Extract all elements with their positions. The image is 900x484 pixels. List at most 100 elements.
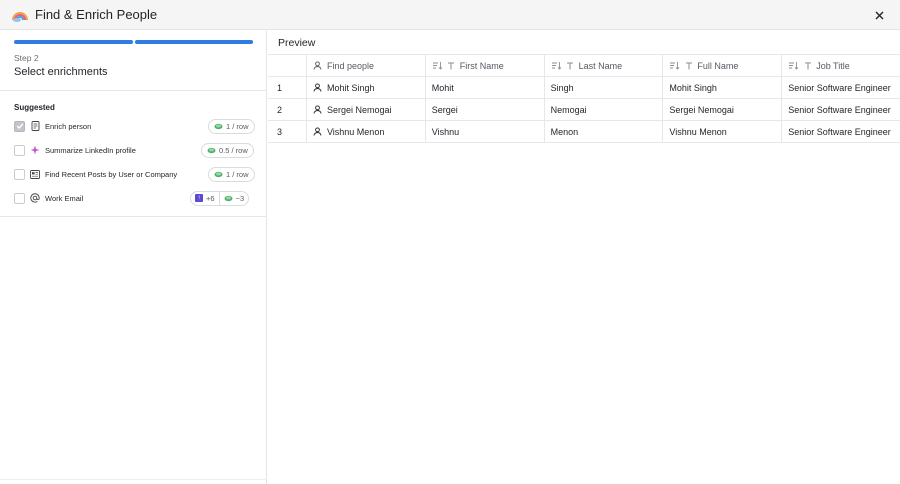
text-icon <box>684 61 693 70</box>
provider-cost-text: +6 <box>206 193 215 203</box>
find-recent-posts-checkbox[interactable] <box>14 168 25 180</box>
step-label: Step 2 <box>14 53 39 63</box>
cost-text: ~3 <box>235 193 245 203</box>
step-title: Select enrichments <box>14 66 108 78</box>
enrichment-item-enrich-person[interactable]: Enrich person 1 / row <box>0 116 267 136</box>
person-icon <box>313 83 322 92</box>
index-header <box>268 55 307 76</box>
cell-find-people[interactable]: Mohit Singh <box>307 77 426 98</box>
cell-text: Mohit Singh <box>326 82 375 93</box>
column-label: Full Name <box>697 60 739 71</box>
cell-full-name[interactable]: Mohit Singh <box>663 77 783 98</box>
divider <box>0 90 267 91</box>
coin-stack-icon <box>214 123 223 129</box>
cell-text: Vishnu Menon <box>326 126 385 137</box>
column-label: First Name <box>459 60 504 71</box>
progress-step-1 <box>14 40 133 44</box>
cell-find-people[interactable]: Vishnu Menon <box>307 121 426 142</box>
cost-text: 0.5 / row <box>219 145 248 155</box>
column-header-job-title[interactable]: Job Title <box>782 55 900 76</box>
find-enrich-people-dialog: Find & Enrich People Step 2 Select enric… <box>0 0 900 484</box>
column-header-first-name[interactable]: First Name <box>426 55 545 76</box>
enrichment-item-summarize-linkedin[interactable]: Summarize LinkedIn profile 0.5 / row <box>0 140 267 160</box>
text-icon <box>566 61 575 70</box>
cell-last-name[interactable]: Menon <box>545 121 664 142</box>
cell-full-name[interactable]: Vishnu Menon <box>663 121 783 142</box>
rainbow-cloud-icon <box>12 9 28 22</box>
cell-first-name[interactable]: Mohit <box>426 77 545 98</box>
preview-title: Preview <box>278 37 316 49</box>
table-row: 2 Sergei Nemogai Sergei Nemogai Sergei N… <box>268 99 900 121</box>
provider-logo-icon: ↑ <box>195 194 203 202</box>
window-title: Find & Enrich People <box>35 7 158 22</box>
enrich-person-checkbox[interactable] <box>14 120 25 132</box>
footer-divider <box>0 479 267 480</box>
cell-first-name[interactable]: Sergei <box>426 99 545 120</box>
enrichment-label: Summarize LinkedIn profile <box>45 145 136 155</box>
enrichment-label: Find Recent Posts by User or Company <box>45 169 178 179</box>
newspaper-icon <box>30 169 40 179</box>
progress-step-2 <box>134 40 253 44</box>
sparkle-icon <box>30 145 40 155</box>
preview-panel: Preview Find people First Name Last Name… <box>268 31 900 484</box>
close-icon <box>875 11 883 19</box>
enrichment-item-find-recent-posts[interactable]: Find Recent Posts by User or Company 1 /… <box>0 164 267 184</box>
column-label: Job Title <box>816 60 850 71</box>
cell-first-name[interactable]: Vishnu <box>426 121 545 142</box>
coin-stack-icon <box>224 195 233 201</box>
section-label-suggested: Suggested <box>14 103 55 112</box>
sort-icon <box>551 61 562 70</box>
cost-badge: 1 / row <box>208 166 255 182</box>
row-index: 3 <box>268 121 307 142</box>
person-icon <box>313 127 322 136</box>
cost-badge: 0.5 / row <box>201 142 254 158</box>
cost-badge: 1 / row <box>208 118 255 134</box>
close-button[interactable] <box>872 8 886 22</box>
table-row: 3 Vishnu Menon Vishnu Menon Vishnu Menon… <box>268 121 900 143</box>
credit-cost: ~3 <box>220 191 249 206</box>
column-header-last-name[interactable]: Last Name <box>545 55 664 76</box>
text-icon <box>803 61 812 70</box>
cost-breakdown: ↑ +6 ~3 <box>191 190 249 206</box>
coin-stack-icon <box>214 171 223 177</box>
divider <box>0 216 267 217</box>
cell-text: Sergei Nemogai <box>326 104 392 115</box>
cell-find-people[interactable]: Sergei Nemogai <box>307 99 426 120</box>
cost-text: 1 / row <box>226 169 249 179</box>
row-index: 1 <box>268 77 307 98</box>
person-icon <box>313 105 322 114</box>
sort-icon <box>432 61 443 70</box>
column-label: Last Name <box>578 60 623 71</box>
coin-stack-icon <box>207 147 216 153</box>
enrichment-label: Work Email <box>45 193 84 203</box>
column-header-full-name[interactable]: Full Name <box>663 55 783 76</box>
enrichment-label: Enrich person <box>45 121 92 131</box>
summarize-linkedin-checkbox[interactable] <box>14 144 25 156</box>
enrichment-sidebar: Step 2 Select enrichments Suggested Enri… <box>0 31 267 484</box>
enrichment-item-work-email[interactable]: Work Email ↑ +6 ~3 <box>0 188 267 208</box>
cell-last-name[interactable]: Singh <box>545 77 664 98</box>
cell-job-title[interactable]: Senior Software Engineer <box>782 77 900 98</box>
text-icon <box>447 61 456 70</box>
provider-cost: ↑ +6 <box>191 191 219 206</box>
work-email-checkbox[interactable] <box>14 192 25 204</box>
table-header-row: Find people First Name Last Name Full Na… <box>268 54 900 77</box>
step-progress-bar <box>14 40 253 44</box>
checkmark-icon <box>16 123 23 130</box>
sort-icon <box>669 61 680 70</box>
document-icon <box>30 121 40 131</box>
person-icon <box>313 61 322 70</box>
cell-job-title[interactable]: Senior Software Engineer <box>782 99 900 120</box>
cell-full-name[interactable]: Sergei Nemogai <box>663 99 783 120</box>
column-label: Find people <box>326 60 374 71</box>
preview-table: Find people First Name Last Name Full Na… <box>268 54 900 143</box>
cell-job-title[interactable]: Senior Software Engineer <box>782 121 900 142</box>
column-header-find-people[interactable]: Find people <box>307 55 426 76</box>
sort-icon <box>788 61 799 70</box>
title-bar: Find & Enrich People <box>0 0 900 30</box>
table-row: 1 Mohit Singh Mohit Singh Mohit Singh Se… <box>268 77 900 99</box>
cell-last-name[interactable]: Nemogai <box>545 99 664 120</box>
cost-text: 1 / row <box>226 121 249 131</box>
cost-badge: ↑ +6 ~3 <box>190 190 250 206</box>
at-sign-icon <box>30 193 40 203</box>
